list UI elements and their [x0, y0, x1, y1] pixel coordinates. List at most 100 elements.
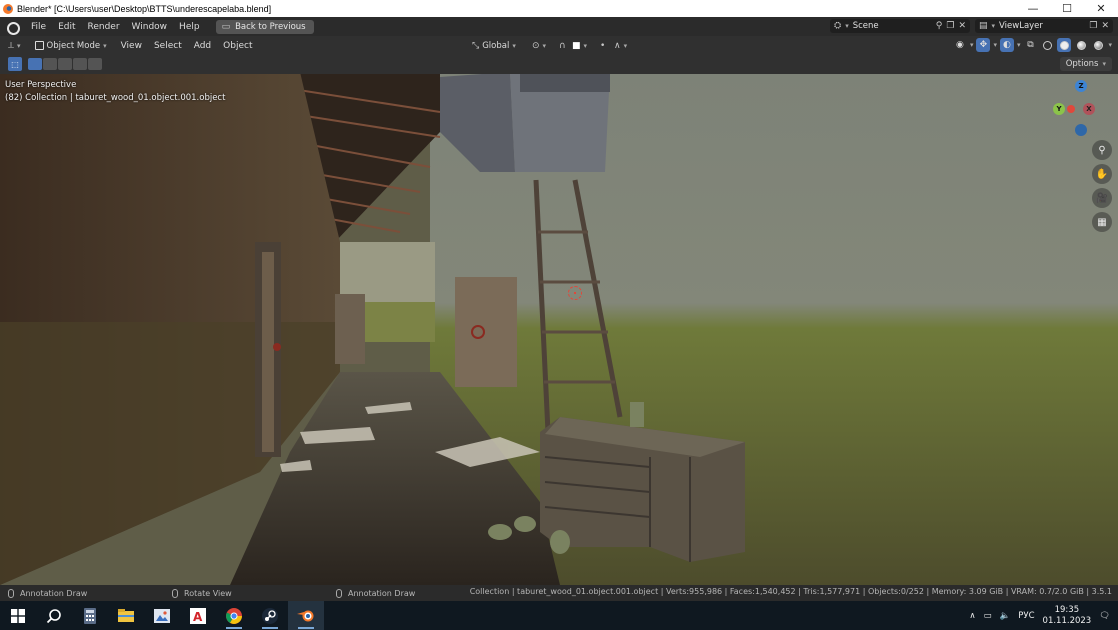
chevron-down-icon: ▾ — [583, 41, 588, 50]
menu-help[interactable]: Help — [173, 22, 206, 32]
tray-overflow-icon[interactable]: ∧ — [969, 611, 975, 621]
blender-logo-icon[interactable] — [5, 21, 20, 35]
steam-icon[interactable] — [252, 601, 288, 630]
material-preview-icon[interactable] — [1074, 38, 1088, 52]
gizmo-y-axis[interactable]: Y — [1053, 103, 1065, 115]
magnet-icon: ∩ — [559, 40, 566, 51]
navigation-gizmo[interactable]: Z Y X — [1050, 78, 1112, 142]
maximize-button[interactable]: ☐ — [1050, 0, 1084, 17]
status-hint-middle: Rotate View — [172, 588, 232, 598]
menu-window[interactable]: Window — [126, 22, 174, 32]
chevron-down-icon[interactable]: ▾ — [1017, 41, 1021, 49]
select-intersect-icon[interactable] — [88, 58, 102, 70]
image-viewer-icon[interactable] — [144, 601, 180, 630]
chevron-down-icon[interactable]: ▾ — [1108, 41, 1112, 49]
xray-toggle-icon[interactable]: ⧉ — [1023, 38, 1037, 52]
solid-shading-icon[interactable] — [1057, 38, 1072, 52]
gizmo-toggle-icon[interactable]: ✥ — [976, 38, 991, 52]
viewlayer-name: ViewLayer — [999, 21, 1043, 31]
menu-edit[interactable]: Edit — [52, 22, 81, 32]
transform-orientation-label: Global — [482, 40, 510, 51]
object-mode-icon — [34, 41, 44, 50]
overlays-toggle-icon[interactable]: ◐ — [999, 38, 1014, 52]
object-mode-dropdown[interactable]: Object Mode ▾ — [31, 39, 111, 53]
network-icon[interactable]: ▭ — [984, 611, 992, 621]
collection-info-label: (82) Collection | taburet_wood_01.object… — [5, 93, 226, 103]
menu-file[interactable]: File — [25, 22, 52, 32]
select-new-icon[interactable] — [28, 58, 42, 70]
new-scene-icon[interactable]: ❐ — [946, 21, 954, 31]
autocad-icon[interactable]: A — [180, 601, 216, 630]
back-to-previous-button[interactable]: ▭ Back to Previous — [215, 19, 314, 34]
chevron-down-icon: ▾ — [845, 22, 849, 30]
chevron-down-icon: ▾ — [991, 22, 996, 30]
status-hint-right: Annotation Draw — [336, 588, 416, 598]
rendered-shading-icon[interactable] — [1091, 38, 1105, 52]
proportional-falloff-dropdown[interactable]: ∧ ▾ — [610, 39, 631, 53]
scene-icon: ⛭ — [834, 21, 842, 31]
calculator-icon[interactable] — [72, 601, 108, 630]
chevron-down-icon: ▾ — [512, 41, 516, 50]
pin-icon[interactable]: ⚲ — [936, 21, 943, 31]
options-dropdown[interactable]: Options ▾ — [1059, 57, 1112, 71]
ortho-grid-icon[interactable]: ▦ — [1092, 212, 1112, 232]
chevron-down-icon: ▾ — [17, 41, 21, 50]
menu-object[interactable]: Object — [217, 41, 258, 51]
zoom-icon[interactable]: ⚲ — [1092, 140, 1112, 160]
visibility-icon[interactable]: ◉ — [953, 38, 967, 52]
close-button[interactable]: ✕ — [1084, 0, 1118, 17]
wireframe-shading-icon[interactable] — [1040, 38, 1054, 52]
menu-view[interactable]: View — [115, 41, 148, 51]
menu-select[interactable]: Select — [148, 41, 188, 51]
menu-add[interactable]: Add — [188, 41, 217, 51]
hint-right-label: Annotation Draw — [348, 588, 416, 598]
gizmo-z-axis[interactable]: Z — [1075, 80, 1087, 92]
gizmo-z-negative[interactable] — [1075, 124, 1087, 136]
select-subtract-icon[interactable] — [58, 58, 72, 70]
start-icon[interactable] — [0, 601, 36, 630]
autocad-glyph: A — [190, 607, 206, 624]
chevron-down-icon[interactable]: ▾ — [993, 41, 997, 49]
camera-icon[interactable]: 🎥 — [1092, 188, 1112, 208]
options-label: Options — [1065, 59, 1099, 69]
scene-name: Scene — [852, 21, 879, 31]
transform-orientation-dropdown[interactable]: ⤡ Global ▾ — [468, 39, 520, 53]
viewlayer-selector[interactable]: ▤ ▾ ViewLayer ❐ ✕ — [975, 19, 1113, 33]
gizmo-x-axis[interactable]: X — [1083, 103, 1095, 115]
selection-mode-buttons — [28, 58, 102, 70]
select-invert-icon[interactable] — [73, 58, 87, 70]
menu-render[interactable]: Render — [82, 22, 126, 32]
object-mode-label: Object Mode — [46, 40, 101, 51]
status-hint-left: Annotation Draw — [8, 588, 87, 598]
select-extend-icon[interactable] — [43, 58, 57, 70]
delete-scene-icon[interactable]: ✕ — [958, 21, 966, 31]
proportional-editing-toggle[interactable]: • — [596, 39, 609, 53]
back-arrow-icon: ▭ — [221, 21, 231, 32]
clock-time: 19:35 — [1054, 604, 1080, 615]
new-viewlayer-icon[interactable]: ❐ — [1089, 21, 1097, 31]
notifications-icon[interactable]: 🗨 — [1099, 611, 1110, 621]
language-indicator[interactable]: РУС — [1018, 611, 1034, 621]
select-box-tool-icon[interactable]: ⬚ — [8, 57, 22, 71]
3d-cursor-icon[interactable] — [568, 286, 582, 300]
delete-viewlayer-icon[interactable]: ✕ — [1101, 21, 1109, 31]
3d-viewport[interactable]: User Perspective (82) Collection | tabur… — [0, 74, 1118, 585]
search-icon[interactable] — [36, 601, 72, 630]
gizmo-x-negative[interactable] — [1067, 105, 1075, 113]
pivot-point-dropdown[interactable]: ⊙ ▾ — [528, 39, 550, 53]
svg-text:A: A — [193, 610, 203, 624]
chrome-icon[interactable] — [216, 601, 252, 630]
editor-type-button[interactable]: ⟂ ▾ — [4, 39, 25, 53]
speaker-icon[interactable]: 🔈 — [1000, 611, 1011, 621]
chevron-down-icon[interactable]: ▾ — [970, 41, 974, 49]
blender-icon[interactable] — [288, 601, 324, 630]
clock[interactable]: 19:35 01.11.2023 — [1043, 605, 1092, 627]
file-explorer-icon[interactable] — [108, 601, 144, 630]
minimize-button[interactable]: — — [1016, 0, 1050, 17]
pan-hand-icon[interactable]: ✋ — [1092, 164, 1112, 184]
chrome-glyph — [226, 607, 242, 624]
mouse-left-icon — [8, 588, 14, 598]
snap-target-dropdown[interactable]: ■ ▾ — [568, 39, 591, 53]
scene-selector[interactable]: ⛭ ▾ Scene ⚲ ❐ ✕ — [830, 19, 970, 33]
blender-glyph — [297, 610, 314, 621]
